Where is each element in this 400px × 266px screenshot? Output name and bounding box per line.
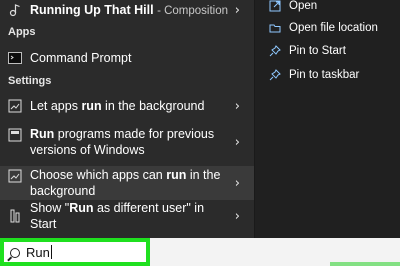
background-apps-icon xyxy=(8,169,22,183)
section-settings: Settings xyxy=(8,75,52,87)
section-apps: Apps xyxy=(8,26,36,38)
folder-icon xyxy=(269,22,281,34)
open-icon xyxy=(269,0,281,12)
setting-run-previous-versions[interactable]: Run programs made for previous versions … xyxy=(0,125,254,159)
pin-icon xyxy=(269,69,281,81)
action-pin-to-taskbar[interactable]: Pin to taskbar xyxy=(255,67,400,83)
pin-icon xyxy=(269,45,281,57)
search-icon xyxy=(10,248,20,258)
results-pane: Running Up That Hill - Composition › App… xyxy=(0,0,254,238)
action-pin-to-start[interactable]: Pin to Start xyxy=(255,43,400,59)
result-command-prompt[interactable]: Command Prompt xyxy=(0,46,254,70)
music-icon xyxy=(8,3,22,17)
chevron-right-icon[interactable]: › xyxy=(235,176,240,191)
search-box[interactable]: Run xyxy=(0,238,150,266)
settings-icon xyxy=(8,99,22,113)
chevron-right-icon[interactable]: › xyxy=(235,3,240,18)
setting-choose-apps-run[interactable]: Choose which apps can run in the backgro… xyxy=(0,166,254,200)
result-subtitle: Composition xyxy=(164,4,229,17)
search-input[interactable]: Run xyxy=(26,245,52,260)
result-title: Running Up That Hill xyxy=(30,2,154,17)
chevron-right-icon[interactable]: › xyxy=(235,209,240,224)
user-settings-icon xyxy=(8,209,22,223)
chevron-right-icon[interactable]: › xyxy=(235,99,240,114)
action-open[interactable]: Open xyxy=(255,0,400,14)
setting-let-apps-run[interactable]: Let apps run in the background › xyxy=(0,94,254,118)
command-prompt-icon xyxy=(8,51,22,65)
command-prompt-label: Command Prompt xyxy=(30,51,132,65)
setting-run-as-different-user[interactable]: Show "Run as different user" in Start › xyxy=(0,201,254,231)
action-open-file-location[interactable]: Open file location xyxy=(255,20,400,36)
chevron-right-icon[interactable]: › xyxy=(235,135,240,150)
compatibility-icon xyxy=(8,128,22,142)
text-caret xyxy=(50,245,52,259)
highlight-underline xyxy=(330,262,400,266)
actions-pane: Open Open file location Pin to Start Pin… xyxy=(254,0,400,238)
result-running-up-that-hill[interactable]: Running Up That Hill - Composition › xyxy=(0,0,254,20)
